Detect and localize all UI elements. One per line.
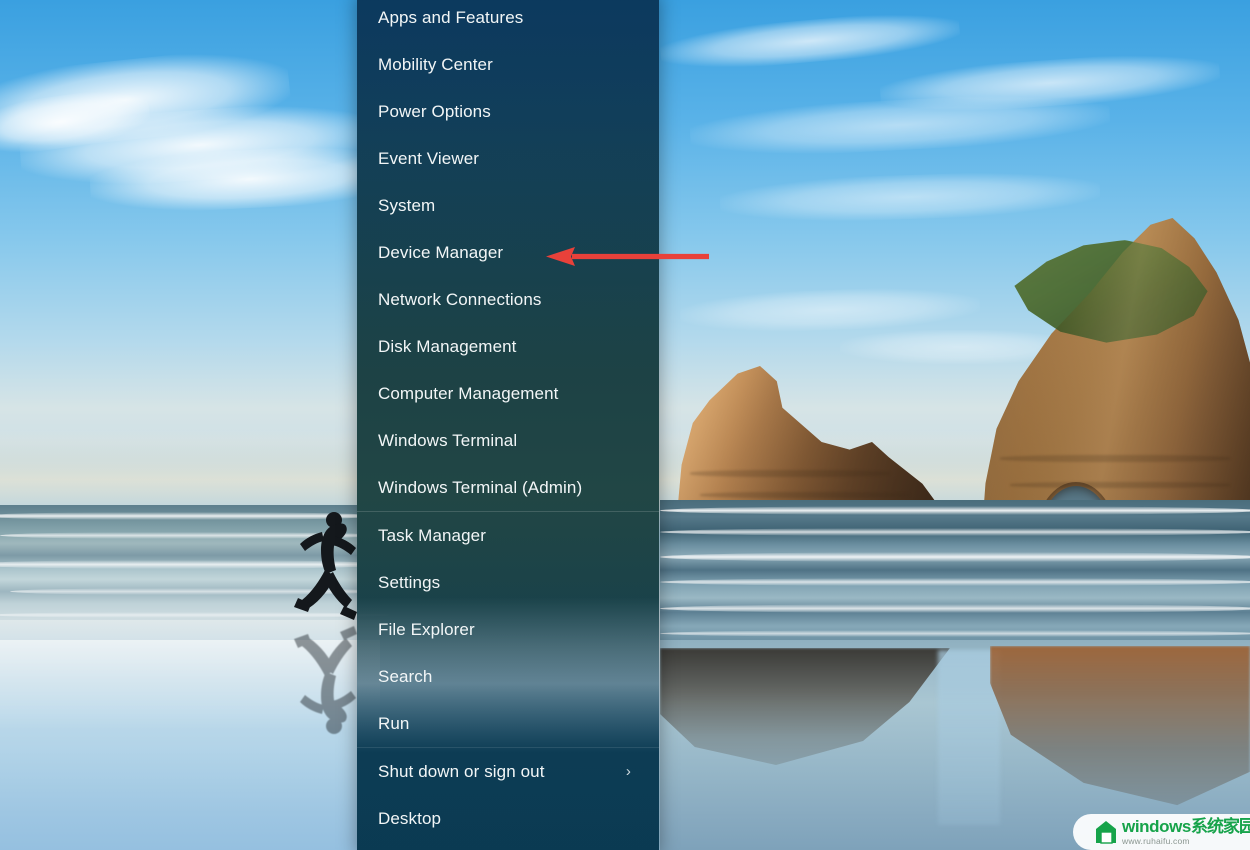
menu-item-apps-and-features[interactable]: Apps and Features: [357, 0, 659, 41]
menu-item-system[interactable]: System: [357, 182, 659, 229]
wave-foam: [660, 604, 1250, 613]
win-x-power-user-menu[interactable]: Apps and Features Mobility Center Power …: [357, 0, 659, 850]
rock-strata-line: [1010, 482, 1230, 488]
site-watermark: windows系统家园 www.ruhaifu.com: [1073, 814, 1250, 850]
rock-strata-line: [690, 470, 890, 477]
cloud-shape: [719, 168, 1101, 226]
cloud-shape: [688, 89, 1112, 161]
menu-item-run[interactable]: Run: [357, 700, 659, 747]
watermark-text: windows系统家园 www.ruhaifu.com: [1122, 818, 1250, 846]
runner-silhouette: [294, 512, 357, 620]
cloud-shape: [679, 284, 981, 336]
wave-foam: [660, 506, 1250, 515]
menu-item-device-manager[interactable]: Device Manager: [357, 229, 659, 276]
menu-section-tools: Apps and Features Mobility Center Power …: [357, 0, 659, 511]
watermark-brand-cn: 系统家园: [1190, 817, 1250, 837]
cloud-shape: [658, 7, 962, 75]
menu-section-shell: Task Manager Settings File Explorer Sear…: [357, 512, 659, 747]
watermark-url: www.ruhaifu.com: [1122, 836, 1190, 847]
menu-item-windows-terminal[interactable]: Windows Terminal: [357, 417, 659, 464]
menu-item-disk-management[interactable]: Disk Management: [357, 323, 659, 370]
menu-item-mobility-center[interactable]: Mobility Center: [357, 41, 659, 88]
menu-item-settings[interactable]: Settings: [357, 559, 659, 606]
menu-item-label: Desktop: [378, 808, 442, 828]
menu-item-shut-down-or-sign-out[interactable]: Shut down or sign out ›: [357, 748, 659, 795]
cloud-shape: [17, 97, 383, 193]
menu-item-label: Device Manager: [378, 242, 504, 262]
menu-item-label: File Explorer: [378, 619, 475, 639]
watermark-brand-latin: windows: [1122, 817, 1191, 837]
menu-item-search[interactable]: Search: [357, 653, 659, 700]
watermark-brand: windows系统家园: [1122, 818, 1250, 835]
cloud-shape: [0, 42, 294, 158]
menu-item-label: Settings: [378, 572, 441, 592]
menu-item-label: Apps and Features: [378, 7, 524, 27]
menu-item-windows-terminal-admin[interactable]: Windows Terminal (Admin): [357, 464, 659, 511]
runner-reflection: [294, 626, 357, 734]
ocean-right: [660, 500, 1250, 640]
menu-item-label: Shut down or sign out: [378, 761, 545, 781]
menu-item-label: System: [378, 195, 436, 215]
menu-item-label: Run: [378, 713, 410, 733]
menu-item-power-options[interactable]: Power Options: [357, 88, 659, 135]
menu-item-label: Task Manager: [378, 525, 486, 545]
cloud-shape: [0, 83, 153, 161]
menu-item-label: Search: [378, 666, 433, 686]
menu-item-label: Windows Terminal (Admin): [378, 477, 583, 497]
rock-strata-line: [1000, 455, 1230, 462]
wave-foam: [660, 630, 1250, 637]
wave-foam: [660, 552, 1250, 562]
menu-item-desktop[interactable]: Desktop: [357, 795, 659, 842]
wave-foam: [660, 528, 1250, 536]
menu-section-session: Shut down or sign out › Desktop: [357, 748, 659, 842]
chevron-right-icon: ›: [625, 763, 631, 780]
menu-item-label: Windows Terminal: [378, 430, 518, 450]
menu-item-network-connections[interactable]: Network Connections: [357, 276, 659, 323]
menu-item-computer-management[interactable]: Computer Management: [357, 370, 659, 417]
menu-item-task-manager[interactable]: Task Manager: [357, 512, 659, 559]
cloud-shape: [878, 48, 1222, 118]
menu-item-label: Network Connections: [378, 289, 542, 309]
screen: Apps and Features Mobility Center Power …: [0, 0, 1250, 850]
menu-item-label: Computer Management: [378, 383, 559, 403]
menu-item-file-explorer[interactable]: File Explorer: [357, 606, 659, 653]
menu-item-label: Mobility Center: [378, 54, 493, 74]
menu-item-label: Disk Management: [378, 336, 517, 356]
menu-item-label: Power Options: [378, 101, 491, 121]
menu-item-event-viewer[interactable]: Event Viewer: [357, 135, 659, 182]
menu-item-label: Event Viewer: [378, 148, 480, 168]
wave-foam: [660, 578, 1250, 586]
rock-strata-line: [700, 492, 910, 498]
window-house-logo-icon: [1096, 821, 1116, 844]
